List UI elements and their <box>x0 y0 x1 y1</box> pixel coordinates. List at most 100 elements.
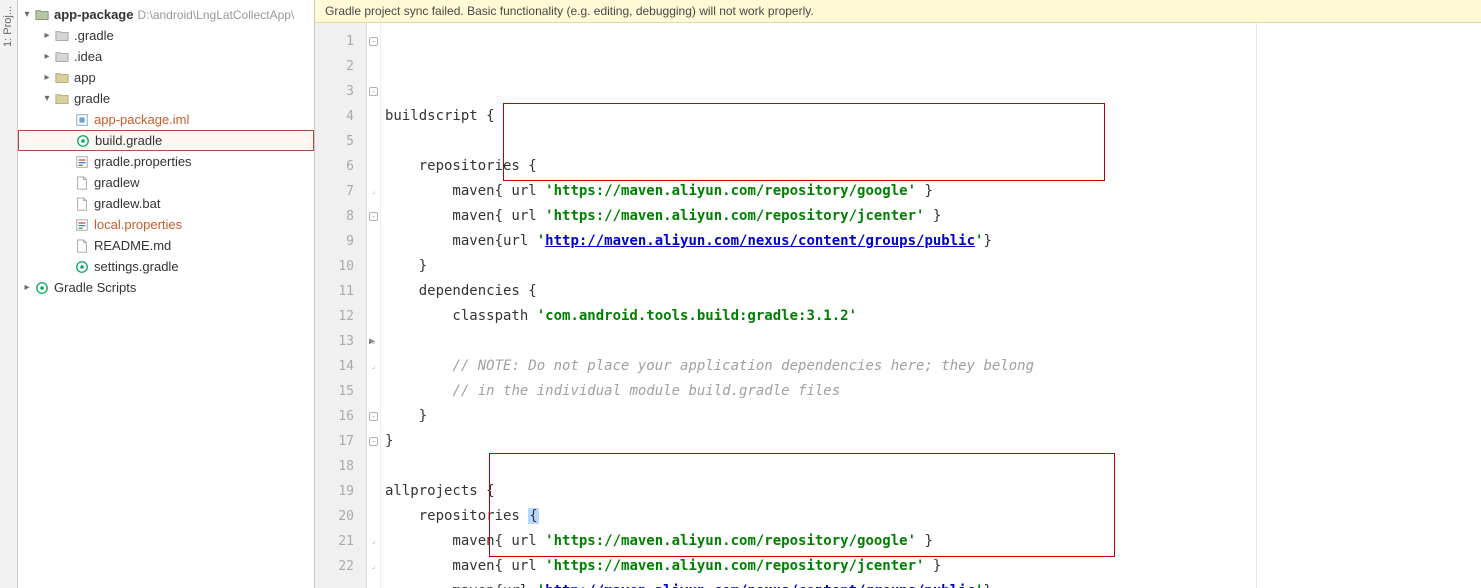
line-number[interactable]: 10 <box>315 254 366 279</box>
gradle-scripts-label: Gradle Scripts <box>54 280 136 295</box>
fold-marker[interactable]: ⌟ <box>367 354 380 379</box>
line-number[interactable]: 4 <box>315 104 366 129</box>
line-number[interactable]: 6 <box>315 154 366 179</box>
line-number[interactable]: 15 <box>315 379 366 404</box>
code-line[interactable]: maven{ url 'https://maven.aliyun.com/rep… <box>385 554 1481 579</box>
code-line[interactable]: allprojects { <box>385 479 1481 504</box>
code-line[interactable]: maven{url 'http://maven.aliyun.com/nexus… <box>385 579 1481 588</box>
tree-item[interactable]: ▸ .gradle <box>18 25 314 46</box>
project-tool-label: 1: Proj... <box>2 6 14 47</box>
gradle-icon <box>34 280 50 296</box>
line-number[interactable]: 13 <box>315 329 366 354</box>
code-line[interactable]: maven{ url 'https://maven.aliyun.com/rep… <box>385 204 1481 229</box>
fold-close-icon: ⌟ <box>369 187 378 196</box>
code-line[interactable]: classpath 'com.android.tools.build:gradl… <box>385 304 1481 329</box>
chevron-right-icon[interactable]: ▸ <box>40 30 54 41</box>
code-line[interactable]: maven{ url 'https://maven.aliyun.com/rep… <box>385 529 1481 554</box>
tree-item[interactable]: gradlew <box>18 172 314 193</box>
sync-failed-banner[interactable]: Gradle project sync failed. Basic functi… <box>315 0 1481 23</box>
folder-icon <box>54 91 70 107</box>
tree-item[interactable]: gradlew.bat <box>18 193 314 214</box>
tree-item[interactable]: settings.gradle <box>18 256 314 277</box>
line-number[interactable]: 18 <box>315 454 366 479</box>
chevron-right-icon[interactable]: ▸ <box>40 51 54 62</box>
tree-item[interactable]: gradle.properties <box>18 151 314 172</box>
line-number[interactable]: 12 <box>315 304 366 329</box>
fold-marker[interactable]: - <box>367 204 380 229</box>
code-content[interactable]: buildscript { repositories { maven{ url … <box>381 23 1481 588</box>
banner-text: Gradle project sync failed. Basic functi… <box>325 4 814 18</box>
project-tree[interactable]: ▾ app-package D:\android\LngLatCollectAp… <box>18 0 315 588</box>
project-root[interactable]: ▾ app-package D:\android\LngLatCollectAp… <box>18 4 314 25</box>
line-number[interactable]: 16 <box>315 404 366 429</box>
code-line[interactable]: } <box>385 404 1481 429</box>
line-number[interactable]: 7 <box>315 179 366 204</box>
code-line[interactable]: // NOTE: Do not place your application d… <box>385 354 1481 379</box>
line-number[interactable]: 1 <box>315 29 366 54</box>
tree-item[interactable]: build.gradle <box>18 130 314 151</box>
code-line[interactable]: maven{url 'http://maven.aliyun.com/nexus… <box>385 229 1481 254</box>
line-number[interactable]: 22 <box>315 554 366 579</box>
fold-marker <box>367 104 380 129</box>
chevron-right-icon[interactable]: ▸ <box>40 72 54 83</box>
line-number[interactable]: 14 <box>315 354 366 379</box>
line-number[interactable]: 3 <box>315 79 366 104</box>
tree-item[interactable]: ▸.idea <box>18 46 314 67</box>
props-icon <box>74 217 90 233</box>
code-line[interactable] <box>385 129 1481 154</box>
code-line[interactable]: } <box>385 429 1481 454</box>
fold-marker <box>367 379 380 404</box>
tree-item-label: build.gradle <box>95 133 162 148</box>
editor-area: Gradle project sync failed. Basic functi… <box>315 0 1481 588</box>
code-line[interactable]: } <box>385 254 1481 279</box>
tool-window-gutter[interactable]: 1: Proj... <box>0 0 18 588</box>
tree-item[interactable]: local.properties <box>18 214 314 235</box>
gradle-scripts-node[interactable]: ▸ Gradle Scripts <box>18 277 314 298</box>
code-line[interactable]: ▶ <box>385 329 1481 354</box>
fold-marker <box>367 254 380 279</box>
root-name: app-package <box>54 7 133 22</box>
fold-marker[interactable]: ⌟ <box>367 554 380 579</box>
line-number-gutter[interactable]: 12345678910111213141516171819202122 <box>315 23 367 588</box>
fold-marker[interactable]: - <box>367 29 380 54</box>
line-number[interactable]: 8 <box>315 204 366 229</box>
code-line[interactable] <box>385 454 1481 479</box>
tree-item-label: .gradle <box>74 28 114 43</box>
code-line[interactable]: repositories { <box>385 154 1481 179</box>
tree-item[interactable]: README.md <box>18 235 314 256</box>
line-number[interactable]: 9 <box>315 229 366 254</box>
folder-grey-icon <box>54 28 70 44</box>
fold-marker[interactable]: - <box>367 429 380 454</box>
line-number[interactable]: 19 <box>315 479 366 504</box>
line-number[interactable]: 5 <box>315 129 366 154</box>
code-line[interactable]: // in the individual module build.gradle… <box>385 379 1481 404</box>
fold-marker <box>367 304 380 329</box>
root-path: D:\android\LngLatCollectApp\ <box>137 8 294 22</box>
fold-marker[interactable]: ⌟ <box>367 179 380 204</box>
chevron-right-icon[interactable]: ▸ <box>20 282 34 293</box>
fold-marker <box>367 504 380 529</box>
tree-item[interactable]: ▸app <box>18 67 314 88</box>
tree-item[interactable]: app-package.iml <box>18 109 314 130</box>
fold-marker[interactable]: - <box>367 404 380 429</box>
run-gutter-icon[interactable]: ▶ <box>369 329 375 354</box>
line-number[interactable]: 2 <box>315 54 366 79</box>
code-line[interactable]: repositories { <box>385 504 1481 529</box>
chevron-down-icon[interactable]: ▾ <box>40 93 54 104</box>
line-number[interactable]: 20 <box>315 504 366 529</box>
chevron-down-icon[interactable]: ▾ <box>20 9 34 20</box>
code-editor[interactable]: 12345678910111213141516171819202122 --⌟-… <box>315 23 1481 588</box>
fold-marker[interactable]: ⌟ <box>367 529 380 554</box>
code-line[interactable]: buildscript { <box>385 104 1481 129</box>
file-icon <box>74 238 90 254</box>
tree-item[interactable]: ▾gradle <box>18 88 314 109</box>
folder-icon <box>34 7 50 23</box>
line-number[interactable]: 17 <box>315 429 366 454</box>
line-number[interactable]: 11 <box>315 279 366 304</box>
fold-marker[interactable]: - <box>367 79 380 104</box>
code-line[interactable]: maven{ url 'https://maven.aliyun.com/rep… <box>385 179 1481 204</box>
code-line[interactable]: dependencies { <box>385 279 1481 304</box>
fold-marker <box>367 454 380 479</box>
fold-column[interactable]: --⌟-⌟⌟--⌟⌟ <box>367 23 381 588</box>
line-number[interactable]: 21 <box>315 529 366 554</box>
